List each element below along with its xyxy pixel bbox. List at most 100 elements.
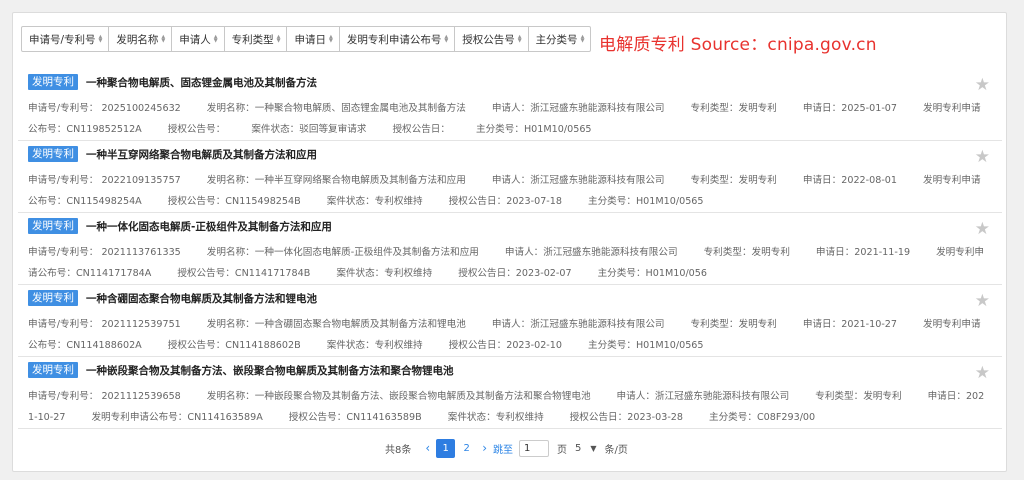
sort-arrows-icon: ▲ ▼ xyxy=(444,34,449,44)
field-grant-date: 授权公告日： xyxy=(392,124,450,135)
field-application-date: 申请日：2022-08-01 xyxy=(802,175,897,186)
record-meta: 申请号/专利号： 2021112539751 发明名称：一种含硼固态聚合物电解质及… xyxy=(28,314,988,356)
favorite-star-icon[interactable]: ★ xyxy=(975,363,990,383)
field-case-status: 案件状态：专利权维持 xyxy=(326,196,423,207)
page-unit-label: 页 xyxy=(557,444,567,456)
field-grant-date: 授权公告日：2023-03-28 xyxy=(569,412,683,423)
sort-application-number[interactable]: 申请号/专利号 ▲ ▼ xyxy=(22,27,110,51)
chevron-left-icon[interactable]: ‹ xyxy=(425,441,430,455)
sort-patent-type[interactable]: 专利类型 ▲ ▼ xyxy=(225,27,288,51)
sort-arrows-icon: ▲ ▼ xyxy=(213,34,218,44)
field-grant-number: 授权公告号：CN115498254B xyxy=(167,196,301,207)
patent-title-link[interactable]: 一种嵌段聚合物及其制备方法、嵌段聚合物电解质及其制备方法和聚合物锂电池 xyxy=(86,363,454,378)
sort-bar: 申请号/专利号 ▲ ▼ 发明名称 ▲ ▼ 申请人 ▲ ▼ 专利类型 ▲ ▼ 申请日 ▲ ▼ 发明专利… xyxy=(21,26,592,52)
field-application-number: 申请号/专利号： 2021112539751 xyxy=(28,319,181,330)
patent-record: 发明专利 一种含硼固态聚合物电解质及其制备方法和锂电池 ★ 申请号/专利号： 2… xyxy=(18,285,1002,357)
source-watermark: 电解质专利 Source：cnipa.gov.cn xyxy=(599,35,877,55)
sort-arrows-icon: ▲ ▼ xyxy=(517,34,522,44)
sort-grant-number[interactable]: 授权公告号 ▲ ▼ xyxy=(455,27,529,51)
patent-type-tag: 发明专利 xyxy=(28,74,78,90)
field-grant-date: 授权公告日：2023-02-10 xyxy=(448,340,562,351)
field-grant-number: 授权公告号：CN114163589B xyxy=(288,412,422,423)
field-application-number: 申请号/专利号： 2021112539658 xyxy=(28,391,181,402)
field-applicant: 申请人：浙江冠盛东驰能源科技有限公司 xyxy=(491,103,665,114)
record-header: 发明专利 一种聚合物电解质、固态锂金属电池及其制备方法 xyxy=(28,74,317,90)
sort-label: 申请人 xyxy=(179,33,211,46)
field-applicant: 申请人：浙江冠盛东驰能源科技有限公司 xyxy=(616,391,790,402)
field-grant-number: 授权公告号： xyxy=(167,124,226,135)
sort-label: 主分类号 xyxy=(535,33,578,46)
field-main-classification: 主分类号：H01M10/0565 xyxy=(476,124,592,135)
record-header: 发明专利 一种含硼固态聚合物电解质及其制备方法和锂电池 xyxy=(28,290,317,306)
field-grant-number: 授权公告号：CN114188602B xyxy=(167,340,301,351)
results-panel: 申请号/专利号 ▲ ▼ 发明名称 ▲ ▼ 申请人 ▲ ▼ 专利类型 ▲ ▼ 申请日 ▲ ▼ 发明专利… xyxy=(12,12,1007,472)
field-grant-date: 授权公告日：2023-07-18 xyxy=(448,196,562,207)
record-meta: 申请号/专利号： 2021112539658 发明名称：一种嵌段聚合物及其制备方法… xyxy=(28,386,988,428)
patent-title-link[interactable]: 一种聚合物电解质、固态锂金属电池及其制备方法 xyxy=(86,75,317,90)
sort-arrows-icon: ▲ ▼ xyxy=(161,34,166,44)
patent-title-link[interactable]: 一种半互穿网络聚合物电解质及其制备方法和应用 xyxy=(86,147,317,162)
field-application-number: 申请号/专利号： 2022109135757 xyxy=(28,175,181,186)
field-main-classification: 主分类号：H01M10/056 xyxy=(597,268,707,279)
patent-type-tag: 发明专利 xyxy=(28,218,78,234)
chevron-right-icon[interactable]: › xyxy=(482,441,487,455)
field-invention-name: 发明名称：一种嵌段聚合物及其制备方法、嵌段聚合物电解质及其制备方法和聚合物锂电池 xyxy=(206,391,591,402)
field-application-date: 申请日：2021-10-27 xyxy=(802,319,897,330)
favorite-star-icon[interactable]: ★ xyxy=(975,291,990,311)
field-case-status: 案件状态：专利权维持 xyxy=(326,340,423,351)
field-invention-name: 发明名称：一种一体化固态电解质-正极组件及其制备方法和应用 xyxy=(206,247,479,258)
sort-applicant[interactable]: 申请人 ▲ ▼ xyxy=(172,27,225,51)
field-grant-date: 授权公告日：2023-02-07 xyxy=(458,268,572,279)
sort-label: 授权公告号 xyxy=(462,33,515,46)
patent-list: 发明专利 一种聚合物电解质、固态锂金属电池及其制备方法 ★ 申请号/专利号： 2… xyxy=(18,69,1002,429)
field-patent-type: 专利类型：发明专利 xyxy=(690,103,777,114)
jump-page-input[interactable] xyxy=(519,439,549,457)
field-applicant: 申请人：浙江冠盛东驰能源科技有限公司 xyxy=(504,247,678,258)
record-meta: 申请号/专利号： 2022109135757 发明名称：一种半互穿网络聚合物电解质… xyxy=(28,170,988,212)
favorite-star-icon[interactable]: ★ xyxy=(975,75,990,95)
record-header: 发明专利 一种一体化固态电解质-正极组件及其制备方法和应用 xyxy=(28,218,332,234)
field-application-number: 申请号/专利号： 2025100245632 xyxy=(28,103,181,114)
sort-application-date[interactable]: 申请日 ▲ ▼ xyxy=(287,27,340,51)
sort-invention-name[interactable]: 发明名称 ▲ ▼ xyxy=(109,27,173,51)
field-main-classification: 主分类号：H01M10/0565 xyxy=(587,196,704,207)
field-case-status: 案件状态：专利权维持 xyxy=(336,268,433,279)
field-grant-number: 授权公告号：CN114171784B xyxy=(177,268,311,279)
page-1-button[interactable]: 1 xyxy=(436,438,456,458)
sort-label: 发明名称 xyxy=(116,33,159,46)
favorite-star-icon[interactable]: ★ xyxy=(975,147,990,167)
sort-publication-number[interactable]: 发明专利申请公布号 ▲ ▼ xyxy=(340,27,456,51)
caret-down-icon: ▼ xyxy=(590,443,597,453)
page-size-select[interactable]: 5 ▼ xyxy=(575,443,597,454)
sort-arrows-icon: ▲ ▼ xyxy=(580,34,585,44)
field-application-number: 申请号/专利号： 2021113761335 xyxy=(28,247,181,258)
favorite-star-icon[interactable]: ★ xyxy=(975,219,990,239)
patent-title-link[interactable]: 一种一体化固态电解质-正极组件及其制备方法和应用 xyxy=(86,219,332,234)
field-application-date: 申请日：2021-11-19 xyxy=(815,247,911,258)
sort-arrows-icon: ▲ ▼ xyxy=(276,34,281,44)
sort-main-classification[interactable]: 主分类号 ▲ ▼ xyxy=(529,27,591,51)
field-case-status: 案件状态：专利权维持 xyxy=(447,412,544,423)
field-patent-type: 专利类型：发明专利 xyxy=(690,319,777,330)
sort-label: 专利类型 xyxy=(231,33,274,46)
field-invention-name: 发明名称：一种聚合物电解质、固态锂金属电池及其制备方法 xyxy=(206,103,466,114)
sort-label: 发明专利申请公布号 xyxy=(346,33,442,46)
total-count: 共8条 xyxy=(385,444,412,456)
field-publication-number: 发明专利申请公布号：CN114163589A xyxy=(91,412,263,423)
page-size-value: 5 xyxy=(575,442,582,454)
field-patent-type: 专利类型：发明专利 xyxy=(703,247,790,258)
field-patent-type: 专利类型：发明专利 xyxy=(690,175,777,186)
page-2-button[interactable]: 2 xyxy=(457,439,476,458)
patent-record: 发明专利 一种半互穿网络聚合物电解质及其制备方法和应用 ★ 申请号/专利号： 2… xyxy=(18,141,1002,213)
patent-type-tag: 发明专利 xyxy=(28,290,78,306)
field-applicant: 申请人：浙江冠盛东驰能源科技有限公司 xyxy=(491,175,665,186)
patent-record: 发明专利 一种一体化固态电解质-正极组件及其制备方法和应用 ★ 申请号/专利号：… xyxy=(18,213,1002,285)
patent-record: 发明专利 一种聚合物电解质、固态锂金属电池及其制备方法 ★ 申请号/专利号： 2… xyxy=(18,69,1002,141)
field-invention-name: 发明名称：一种含硼固态聚合物电解质及其制备方法和锂电池 xyxy=(206,319,466,330)
record-header: 发明专利 一种半互穿网络聚合物电解质及其制备方法和应用 xyxy=(28,146,317,162)
patent-title-link[interactable]: 一种含硼固态聚合物电解质及其制备方法和锂电池 xyxy=(86,291,317,306)
field-application-date: 申请日：2025-01-07 xyxy=(802,103,897,114)
patent-record: 发明专利 一种嵌段聚合物及其制备方法、嵌段聚合物电解质及其制备方法和聚合物锂电池… xyxy=(18,357,1002,429)
sort-arrows-icon: ▲ ▼ xyxy=(98,34,103,44)
sort-label: 申请日 xyxy=(294,33,326,46)
